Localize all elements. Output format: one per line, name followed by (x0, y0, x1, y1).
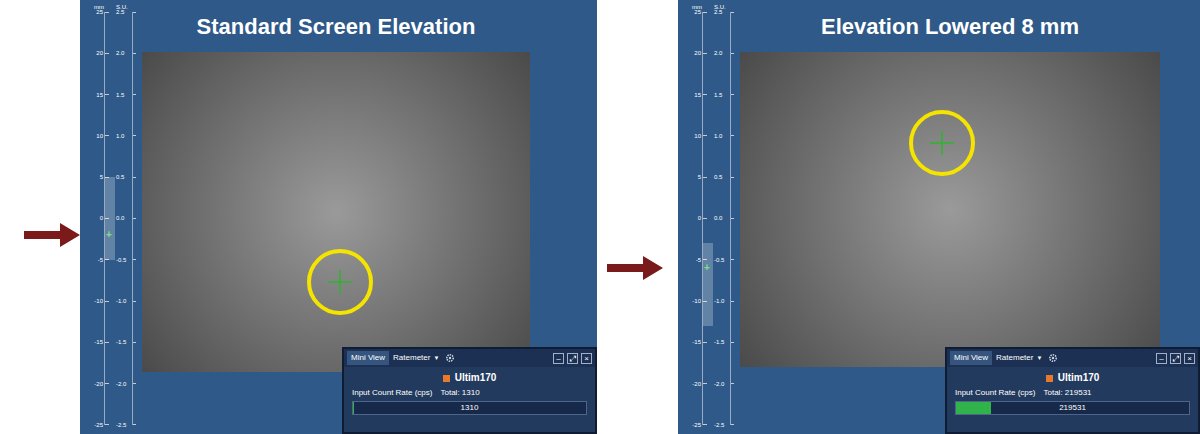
detector-color-swatch (1046, 375, 1053, 382)
window-button[interactable]: – (1156, 353, 1167, 364)
mm-tick-label: 25 (96, 8, 104, 16)
pattern-center-marker[interactable] (307, 249, 373, 315)
window-button[interactable]: ⤢ (1170, 353, 1181, 364)
window-button[interactable]: ⤢ (567, 353, 578, 364)
elevation-ruler[interactable]: mmS.U.2520151050-5-10-15-20-25+2.52.01.5… (678, 0, 740, 434)
mm-tick-label: -20 (94, 380, 104, 388)
detector-name: Ultim170 (455, 372, 497, 384)
su-tick-label: 2.0 (712, 49, 722, 57)
su-tick-label: -2.0 (114, 380, 126, 388)
crosshair-icon (327, 269, 353, 295)
window-button[interactable]: – (553, 353, 564, 364)
ratemeter-dropdown[interactable]: Ratemeter▼ (393, 351, 439, 365)
count-rate-bar: 219531 (955, 401, 1190, 415)
su-tick-label: 1.0 (712, 132, 722, 140)
count-rate-total: Total: 219531 (1043, 388, 1091, 398)
detector-name: Ultim170 (1058, 372, 1100, 384)
su-tick-label: 1.0 (114, 132, 124, 140)
su-tick-label: 1.5 (114, 91, 124, 99)
pattern-center-marker[interactable] (909, 110, 975, 176)
su-tick-label: -0.5 (114, 256, 126, 264)
mm-tick-label: 15 (694, 91, 702, 99)
elevation-panel: mmS.U.2520151050-5-10-15-20-25+2.52.01.5… (80, 0, 597, 434)
su-tick-label: 0.5 (712, 173, 722, 181)
mini-view-header: Mini View Ratemeter▼ –⤢× (947, 349, 1198, 367)
diffraction-pattern-image (142, 52, 530, 372)
su-tick-label: 2.5 (712, 8, 722, 16)
su-tick-label: -1.5 (114, 338, 126, 346)
su-tick-label: -2.5 (114, 421, 126, 429)
panel-title: Elevation Lowered 8 mm (821, 0, 1079, 52)
mm-tick-label: 10 (694, 132, 702, 140)
mini-view-window[interactable]: Mini View Ratemeter▼ –⤢× Ultim170 Input Coun… (342, 347, 597, 434)
su-tick-label: 0.5 (114, 173, 124, 181)
gear-icon[interactable] (445, 353, 455, 363)
count-rate-bar: 1310 (352, 401, 587, 415)
mm-tick-label: -25 (692, 421, 702, 429)
window-button[interactable]: × (1184, 353, 1195, 364)
su-tick-label: -1.5 (712, 338, 724, 346)
mini-view-window[interactable]: Mini View Ratemeter▼ –⤢× Ultim170 Input Coun… (945, 347, 1200, 434)
mini-view-header: Mini View Ratemeter▼ –⤢× (344, 349, 595, 367)
mm-tick-label: -10 (692, 297, 702, 305)
su-tick-label: -1.0 (712, 297, 724, 305)
pointer-arrow-icon (607, 256, 663, 280)
diffraction-pattern-image (740, 52, 1160, 367)
pointer-arrow-icon (24, 223, 80, 247)
count-rate-fill (956, 402, 991, 414)
ruler-window[interactable] (105, 177, 115, 260)
mm-tick-label: -15 (692, 338, 702, 346)
count-rate-value: 1310 (353, 402, 586, 414)
su-tick-label: -0.5 (712, 256, 724, 264)
count-rate-total: Total: 1310 (440, 388, 479, 398)
mm-tick-label: -10 (94, 297, 104, 305)
su-tick-label: -2.0 (712, 380, 724, 388)
window-button[interactable]: × (581, 353, 592, 364)
su-tick-label: -1.0 (114, 297, 126, 305)
su-tick-label: -2.5 (712, 421, 724, 429)
ratemeter-dropdown[interactable]: Ratemeter▼ (996, 351, 1042, 365)
elevation-panel: mmS.U.2520151050-5-10-15-20-25+2.52.01.5… (678, 0, 1200, 434)
count-rate-label: Input Count Rate (cps) (955, 388, 1035, 398)
comparison-figure: mmS.U.2520151050-5-10-15-20-25+2.52.01.5… (0, 0, 1200, 434)
count-rate-value: 219531 (956, 402, 1189, 414)
mm-tick-label: 20 (694, 49, 702, 57)
su-tick-label: 0.0 (712, 214, 722, 222)
mm-tick-label: 20 (96, 49, 104, 57)
detector-color-swatch (443, 375, 450, 382)
mini-view-tab[interactable]: Mini View (950, 351, 992, 365)
elevation-ruler[interactable]: mmS.U.2520151050-5-10-15-20-25+2.52.01.5… (80, 0, 142, 434)
mini-view-tab[interactable]: Mini View (347, 351, 389, 365)
count-rate-fill (353, 402, 354, 414)
ruler-window[interactable] (703, 243, 713, 326)
su-tick-label: 1.5 (712, 91, 722, 99)
mm-tick-label: 10 (96, 132, 104, 140)
count-rate-label: Input Count Rate (cps) (352, 388, 432, 398)
mm-tick-label: 15 (96, 91, 104, 99)
gear-icon[interactable] (1048, 353, 1058, 363)
mm-tick-label: -25 (94, 421, 104, 429)
su-tick-label: 0.0 (114, 214, 124, 222)
mm-tick-label: 25 (694, 8, 702, 16)
panel-title: Standard Screen Elevation (197, 0, 476, 52)
mm-tick-label: -20 (692, 380, 702, 388)
su-tick-label: 2.5 (114, 8, 124, 16)
mm-tick-label: -15 (94, 338, 104, 346)
crosshair-icon (929, 130, 955, 156)
su-tick-label: 2.0 (114, 49, 124, 57)
